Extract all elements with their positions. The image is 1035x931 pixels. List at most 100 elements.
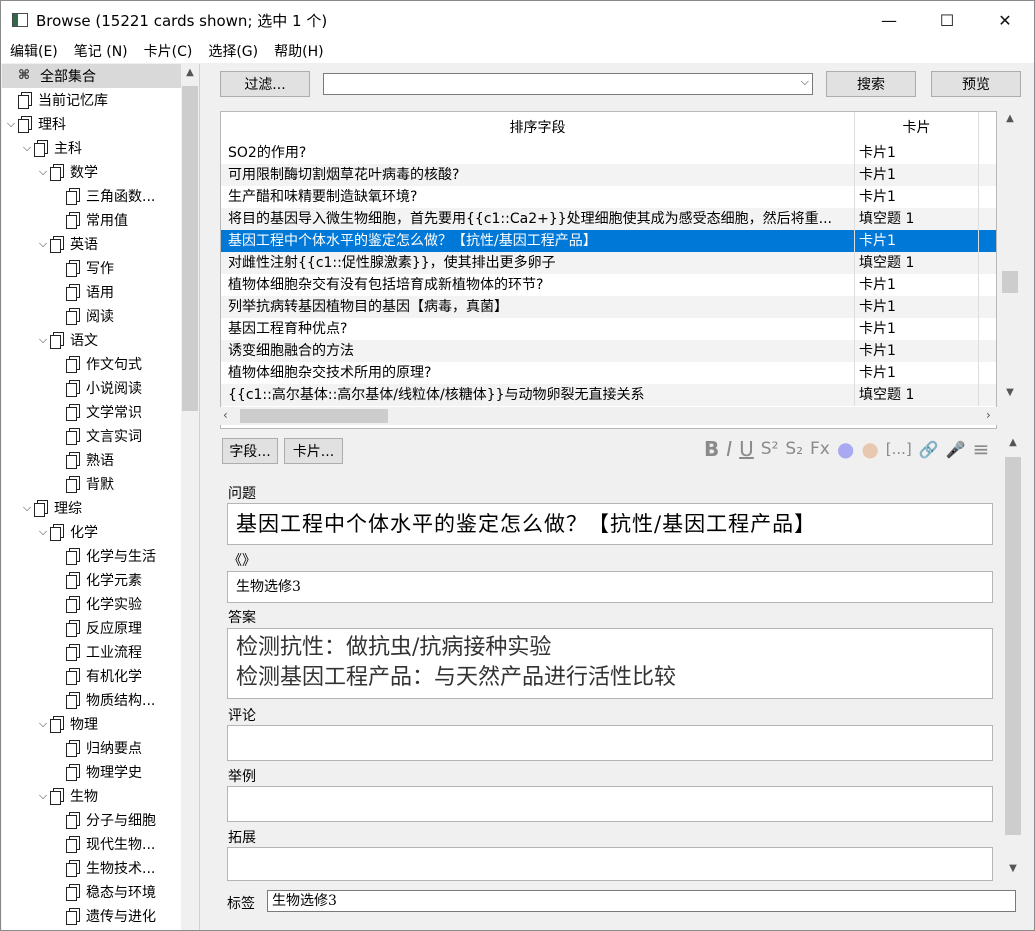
column-header-sort[interactable]: 排序字段 bbox=[221, 112, 855, 142]
field-source[interactable]: 生物选修3 bbox=[227, 571, 993, 603]
scroll-left-icon[interactable]: ‹ bbox=[223, 408, 228, 422]
sidebar-item[interactable]: 物理学史 bbox=[2, 760, 182, 784]
search-button[interactable]: 搜索 bbox=[826, 71, 916, 97]
table-row[interactable]: 对雌性注射{{c1::促性腺激素}}，使其排出更多卵子 填空题 1 bbox=[221, 252, 996, 274]
sidebar-item[interactable]: 生物技术... bbox=[2, 856, 182, 880]
sidebar-item[interactable]: ⌵ 理科 bbox=[2, 112, 182, 136]
sidebar-item[interactable]: 熟语 bbox=[2, 448, 182, 472]
sidebar-item[interactable]: 语用 bbox=[2, 280, 182, 304]
sidebar-item[interactable]: 分子与细胞 bbox=[2, 808, 182, 832]
sidebar-item[interactable]: 工业流程 bbox=[2, 640, 182, 664]
cards-button[interactable]: 卡片... bbox=[284, 438, 343, 464]
editor-scroll-thumb[interactable] bbox=[1005, 457, 1021, 835]
sidebar-item[interactable]: 化学实验 bbox=[2, 592, 182, 616]
sidebar-item[interactable]: 现代生物... bbox=[2, 832, 182, 856]
chevron-down-icon[interactable]: ⌵ bbox=[801, 75, 809, 89]
sidebar-item[interactable]: ⌵ 数学 bbox=[2, 160, 182, 184]
table-row[interactable]: 植物体细胞杂交技术所用的原理? 卡片1 bbox=[221, 362, 996, 384]
table-row[interactable]: 诱变细胞融合的方法 卡片1 bbox=[221, 340, 996, 362]
subscript-icon[interactable]: S₂ bbox=[785, 439, 803, 459]
text-color-icon[interactable]: ● bbox=[837, 437, 854, 461]
table-row[interactable]: 基因工程中个体水平的鉴定怎么做？【抗性/基因工程产品】 卡片1 bbox=[221, 230, 996, 252]
sidebar-item[interactable]: 背默 bbox=[2, 472, 182, 496]
table-row[interactable]: 植物体细胞杂交有没有包括培育成新植物体的环节? 卡片1 bbox=[221, 274, 996, 296]
sidebar-item[interactable]: 稳态与环境 bbox=[2, 880, 182, 904]
scroll-right-icon[interactable]: › bbox=[986, 408, 991, 422]
sidebar-item[interactable]: ⌵ 主科 bbox=[2, 136, 182, 160]
sidebar-item[interactable]: 文言实词 bbox=[2, 424, 182, 448]
sidebar-item[interactable]: 写作 bbox=[2, 256, 182, 280]
menu-note[interactable]: 笔记 (N) bbox=[66, 41, 136, 61]
underline-icon[interactable]: U bbox=[739, 437, 754, 461]
tags-input[interactable]: 生物选修3 bbox=[267, 890, 1016, 912]
menu-card[interactable]: 卡片(C) bbox=[136, 41, 201, 61]
sidebar-item[interactable]: ⌘ 全部集合 bbox=[2, 64, 182, 88]
sidebar-item[interactable]: 文学常识 bbox=[2, 400, 182, 424]
minimize-button[interactable]: — bbox=[860, 1, 918, 39]
sidebar-item[interactable]: 反应原理 bbox=[2, 616, 182, 640]
sidebar-item[interactable]: 物质结构... bbox=[2, 688, 182, 712]
cloze-icon[interactable]: [...] bbox=[886, 440, 912, 458]
table-row[interactable]: 可用限制酶切割烟草花叶病毒的核酸? 卡片1 bbox=[221, 164, 996, 186]
sidebar-item[interactable]: 阅读 bbox=[2, 304, 182, 328]
menu-help[interactable]: 帮助(H) bbox=[266, 41, 331, 61]
chevron-down-icon[interactable]: ⌵ bbox=[36, 525, 50, 539]
chevron-down-icon[interactable]: ⌵ bbox=[36, 237, 50, 251]
sidebar-scroll-thumb[interactable] bbox=[182, 86, 198, 411]
field-question[interactable]: 基因工程中个体水平的鉴定怎么做？【抗性/基因工程产品】 bbox=[227, 503, 993, 545]
sidebar-item[interactable]: ⌵ 理综 bbox=[2, 496, 182, 520]
italic-icon[interactable]: I bbox=[726, 437, 732, 461]
superscript-icon[interactable]: S² bbox=[761, 439, 779, 459]
more-icon[interactable]: ≡ bbox=[973, 437, 990, 461]
scroll-up-icon[interactable]: ▲ bbox=[1004, 437, 1022, 448]
sidebar-item[interactable]: 小说阅读 bbox=[2, 376, 182, 400]
filter-button[interactable]: 过滤... bbox=[220, 71, 310, 97]
chevron-down-icon[interactable]: ⌵ bbox=[36, 789, 50, 803]
sidebar-item[interactable]: 有机化学 bbox=[2, 664, 182, 688]
column-header-card[interactable]: 卡片 bbox=[855, 112, 979, 142]
sidebar-item[interactable]: 三角函数... bbox=[2, 184, 182, 208]
fields-button[interactable]: 字段... bbox=[222, 438, 278, 464]
menu-edit[interactable]: 编辑(E) bbox=[1, 41, 66, 61]
table-row[interactable]: SO2的作用? 卡片1 bbox=[221, 142, 996, 164]
table-hscroll-thumb[interactable] bbox=[240, 409, 388, 423]
clear-format-icon[interactable]: Fx bbox=[810, 439, 830, 459]
field-comment[interactable] bbox=[227, 725, 993, 761]
sidebar-item[interactable]: 常用值 bbox=[2, 208, 182, 232]
scroll-up-icon[interactable]: ▲ bbox=[1001, 113, 1019, 124]
sidebar-item[interactable]: 当前记忆库 bbox=[2, 88, 182, 112]
close-button[interactable]: ✕ bbox=[976, 1, 1034, 39]
chevron-down-icon[interactable]: ⌵ bbox=[4, 117, 18, 131]
table-scroll-thumb[interactable] bbox=[1002, 271, 1018, 293]
sidebar-item[interactable]: ⌵ 语文 bbox=[2, 328, 182, 352]
search-input[interactable]: ⌵ bbox=[323, 73, 813, 95]
chevron-down-icon[interactable]: ⌵ bbox=[36, 333, 50, 347]
table-vertical-scrollbar[interactable]: ▲ ▼ bbox=[1001, 111, 1019, 407]
sidebar-item[interactable]: 作文句式 bbox=[2, 352, 182, 376]
sidebar-item[interactable]: 归纳要点 bbox=[2, 736, 182, 760]
field-example[interactable] bbox=[227, 786, 993, 822]
chevron-down-icon[interactable]: ⌵ bbox=[20, 141, 34, 155]
table-row[interactable]: 将目的基因导入微生物细胞，首先要用{{c1::Ca2+}}处理细胞使其成为感受态… bbox=[221, 208, 996, 230]
bold-icon[interactable]: B bbox=[704, 437, 719, 461]
sidebar-item[interactable]: 化学元素 bbox=[2, 568, 182, 592]
chevron-down-icon[interactable]: ⌵ bbox=[20, 501, 34, 515]
table-row[interactable]: 基因工程育种优点? 卡片1 bbox=[221, 318, 996, 340]
sidebar-item[interactable]: ⌵ 生物 bbox=[2, 784, 182, 808]
sidebar-item[interactable]: ⌵ 物理 bbox=[2, 712, 182, 736]
sidebar-item[interactable]: 遗传与进化 bbox=[2, 904, 182, 928]
maximize-button[interactable]: ☐ bbox=[918, 1, 976, 39]
preview-button[interactable]: 预览 bbox=[931, 71, 1021, 97]
scroll-down-icon[interactable]: ▼ bbox=[1004, 863, 1022, 874]
sidebar-item[interactable]: ⌵ 化学 bbox=[2, 520, 182, 544]
menu-select[interactable]: 选择(G) bbox=[200, 41, 266, 61]
table-row[interactable]: 列举抗病转基因植物目的基因【病毒，真菌】 卡片1 bbox=[221, 296, 996, 318]
field-answer[interactable]: 检测抗性：做抗虫/抗病接种实验 检测基因工程产品：与天然产品进行活性比较 bbox=[227, 628, 993, 699]
table-horizontal-scrollbar[interactable]: ‹ › bbox=[220, 407, 1001, 425]
chevron-down-icon[interactable]: ⌵ bbox=[36, 717, 50, 731]
sidebar-item[interactable]: 化学与生活 bbox=[2, 544, 182, 568]
table-row[interactable]: 生产醋和味精要制造缺氧环境? 卡片1 bbox=[221, 186, 996, 208]
chevron-down-icon[interactable]: ⌵ bbox=[36, 165, 50, 179]
record-icon[interactable]: 🎤 bbox=[946, 440, 966, 459]
sidebar-item[interactable]: ⌵ 英语 bbox=[2, 232, 182, 256]
